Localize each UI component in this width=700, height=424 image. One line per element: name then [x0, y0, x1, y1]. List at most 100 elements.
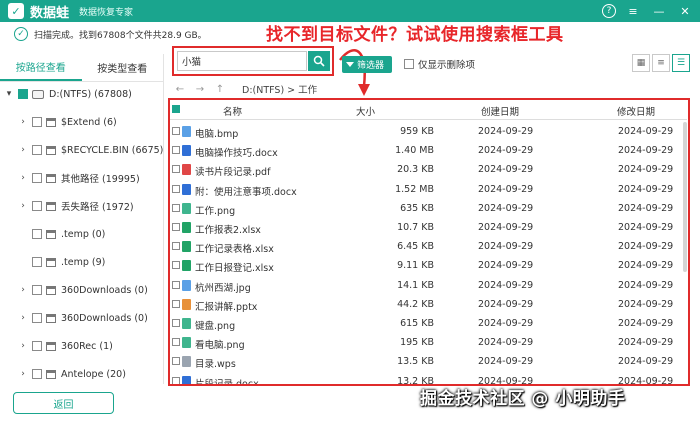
- caret-right-icon[interactable]: ›: [18, 369, 28, 379]
- grid-view-icon[interactable]: ▦: [632, 54, 650, 72]
- caret-right-icon[interactable]: ›: [18, 341, 28, 351]
- row-checkbox[interactable]: [172, 299, 180, 308]
- caret-down-icon[interactable]: ▾: [4, 89, 14, 99]
- menu-icon[interactable]: ≡: [624, 2, 642, 20]
- tree-item-folder[interactable]: › 360Rec (1): [18, 336, 113, 356]
- folder-icon: [46, 229, 56, 239]
- tree-checkbox[interactable]: [32, 285, 42, 295]
- caret-right-icon[interactable]: ›: [18, 117, 28, 127]
- back-button[interactable]: 返回: [13, 392, 114, 414]
- file-name: 附：使用注意事项.docx: [195, 186, 297, 198]
- column-header-modified[interactable]: 修改日期: [617, 104, 655, 118]
- tree-item-folder[interactable]: › 360Downloads (0): [18, 280, 148, 300]
- nav-back-icon[interactable]: ←: [170, 84, 190, 95]
- file-name: 工作日报登记.xlsx: [195, 263, 274, 275]
- row-checkbox[interactable]: [172, 223, 180, 231]
- filter-button[interactable]: 筛选器: [342, 56, 392, 73]
- column-header-name[interactable]: 名称: [223, 104, 242, 118]
- select-all-checkbox[interactable]: [172, 105, 180, 113]
- table-scrollbar[interactable]: [683, 122, 687, 272]
- table-row[interactable]: 附：使用注意事项.docx 1.52 MB 2024-09-29 2024-09-29: [170, 180, 687, 199]
- file-icon: [182, 375, 191, 384]
- table-row[interactable]: 看电脑.png 195 KB 2024-09-29 2024-09-29: [170, 333, 687, 352]
- tree-item-folder[interactable]: › $Extend (6): [18, 112, 117, 132]
- row-checkbox[interactable]: [172, 261, 180, 270]
- caret-right-icon[interactable]: ›: [18, 145, 28, 155]
- tree-checkbox[interactable]: [32, 229, 42, 239]
- column-header-created[interactable]: 创建日期: [481, 104, 519, 118]
- tree-item-drive[interactable]: ▾ D:(NTFS) (67808): [4, 84, 132, 104]
- table-row[interactable]: 杭州西湖.jpg 14.1 KB 2024-09-29 2024-09-29: [170, 276, 687, 295]
- row-checkbox[interactable]: [172, 127, 180, 135]
- file-modified-date: 2024-09-29: [618, 183, 674, 195]
- tree-item-folder[interactable]: › $RECYCLE.BIN (6675): [18, 140, 163, 160]
- tab-by-path[interactable]: 按路径查看: [0, 54, 82, 81]
- tree-item-folder[interactable]: .temp (0): [18, 224, 105, 244]
- file-name: 目录.wps: [195, 359, 236, 371]
- tree-item-folder[interactable]: › 其他路径 (19995): [18, 168, 140, 188]
- close-icon[interactable]: ✕: [676, 2, 694, 20]
- row-checkbox[interactable]: [172, 242, 180, 251]
- table-row[interactable]: 工作日报登记.xlsx 9.11 KB 2024-09-29 2024-09-29: [170, 256, 687, 275]
- tree-item-folder[interactable]: › 360Downloads (0): [18, 308, 148, 328]
- tree-item-folder[interactable]: .temp (9): [18, 252, 105, 272]
- row-checkbox[interactable]: [172, 184, 180, 193]
- tree-item-label: 360Downloads (0): [61, 284, 148, 296]
- caret-right-icon[interactable]: ›: [18, 173, 28, 183]
- detail-view-icon[interactable]: ☰: [672, 54, 690, 72]
- table-row[interactable]: 电脑.bmp 959 KB 2024-09-29 2024-09-29: [170, 122, 687, 141]
- column-header-size[interactable]: 大小: [356, 104, 375, 118]
- minimize-icon[interactable]: —: [650, 2, 668, 20]
- deleted-only-checkbox[interactable]: [404, 59, 414, 69]
- search-button[interactable]: [308, 51, 330, 71]
- tree-item-label: $RECYCLE.BIN (6675): [61, 144, 164, 156]
- row-checkbox[interactable]: [172, 357, 180, 366]
- table-row[interactable]: 工作报表2.xlsx 10.7 KB 2024-09-29 2024-09-29: [170, 218, 687, 237]
- tree-item-folder[interactable]: › Antelope (20): [18, 364, 126, 384]
- deleted-only-toggle[interactable]: 仅显示删除项: [404, 57, 475, 71]
- row-checkbox[interactable]: [172, 319, 180, 327]
- caret-right-icon[interactable]: ›: [18, 285, 28, 295]
- tree-checkbox[interactable]: [32, 173, 42, 183]
- table-row[interactable]: 工作记录表格.xlsx 6.45 KB 2024-09-29 2024-09-29: [170, 237, 687, 256]
- row-checkbox[interactable]: [172, 338, 180, 347]
- tree-checkbox[interactable]: [32, 117, 42, 127]
- row-checkbox[interactable]: [172, 203, 180, 212]
- file-icon: [182, 260, 191, 272]
- tree-checkbox[interactable]: [32, 201, 42, 211]
- folder-icon: [46, 257, 56, 267]
- row-checkbox[interactable]: [172, 146, 180, 155]
- tree-checkbox[interactable]: [32, 369, 42, 379]
- caret-right-icon[interactable]: ›: [18, 201, 28, 211]
- file-created-date: 2024-09-29: [478, 202, 534, 214]
- file-created-date: 2024-09-29: [478, 164, 534, 176]
- table-row[interactable]: 工作.png 635 KB 2024-09-29 2024-09-29: [170, 199, 687, 218]
- table-row[interactable]: 读书片段记录.pdf 20.3 KB 2024-09-29 2024-09-29: [170, 160, 687, 179]
- list-view-icon[interactable]: ≡: [652, 54, 670, 72]
- tab-by-type[interactable]: 按类型查看: [82, 54, 164, 81]
- drive-icon: [32, 89, 44, 99]
- tree-item-folder[interactable]: › 丢失路径 (1972): [18, 196, 134, 216]
- file-created-date: 2024-09-29: [478, 337, 534, 349]
- row-checkbox[interactable]: [172, 165, 180, 174]
- table-row[interactable]: 目录.wps 13.5 KB 2024-09-29 2024-09-29: [170, 352, 687, 371]
- nav-forward-icon[interactable]: →: [190, 84, 210, 95]
- file-table: 名称 大小 创建日期 修改日期 电脑.bmp 959 KB 2024-09-29 20…: [168, 98, 690, 386]
- table-row[interactable]: 汇报讲解.pptx 44.2 KB 2024-09-29 2024-09-29: [170, 295, 687, 314]
- table-row[interactable]: 键盘.png 615 KB 2024-09-29 2024-09-29: [170, 314, 687, 333]
- tree-checkbox[interactable]: [32, 257, 42, 267]
- breadcrumb: D:(NTFS) > 工作: [242, 85, 318, 96]
- search-input[interactable]: [177, 51, 307, 71]
- row-checkbox[interactable]: [172, 376, 180, 384]
- file-size: 10.7 KB: [397, 222, 434, 233]
- tree-checkbox[interactable]: [32, 145, 42, 155]
- tree-checkbox[interactable]: [18, 89, 28, 99]
- table-row[interactable]: 电脑操作技巧.docx 1.40 MB 2024-09-29 2024-09-29: [170, 141, 687, 160]
- caret-right-icon[interactable]: ›: [18, 313, 28, 323]
- file-icon: [182, 126, 191, 137]
- help-icon[interactable]: ?: [602, 4, 616, 18]
- tree-checkbox[interactable]: [32, 313, 42, 323]
- tree-checkbox[interactable]: [32, 341, 42, 351]
- row-checkbox[interactable]: [172, 280, 180, 289]
- nav-up-icon[interactable]: ↑: [210, 84, 230, 95]
